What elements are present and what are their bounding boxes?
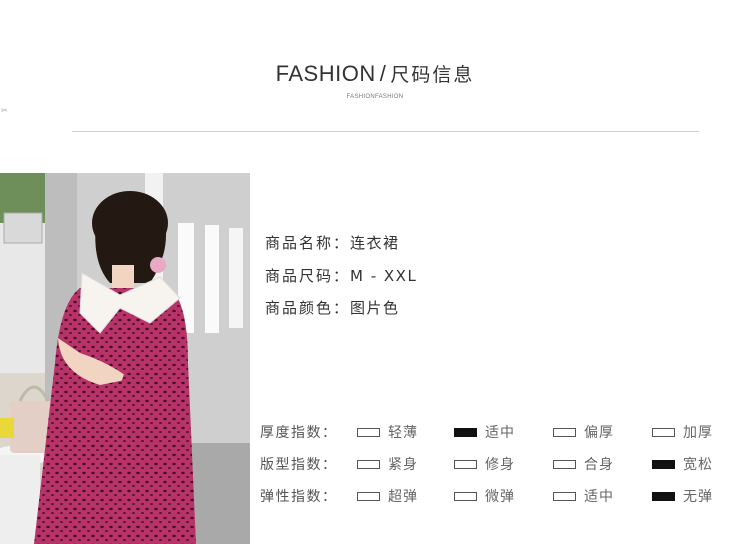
option-indicator	[357, 460, 380, 469]
header-divider	[72, 131, 699, 132]
scissors-icon: ✂	[1, 106, 8, 115]
option-indicator	[553, 460, 576, 469]
product-name-value: 连衣裙	[350, 234, 400, 252]
title-en: FASHION	[275, 61, 376, 86]
option-indicator	[553, 492, 576, 501]
option-indicator	[652, 428, 675, 437]
option-indicator	[553, 428, 576, 437]
index-label: 版型指数：	[260, 457, 338, 473]
option-indicator	[652, 460, 675, 469]
product-size-value: M - XXL	[350, 266, 418, 285]
index-label: 厚度指数：	[260, 425, 338, 441]
option-indicator	[357, 428, 380, 437]
product-color-value: 图片色	[350, 299, 400, 317]
title-separator: /	[379, 61, 387, 86]
product-size-row: 商品尺码：M - XXL	[265, 265, 417, 298]
page-subtitle: FASHIONFASHION	[346, 94, 404, 100]
index-label: 弹性指数：	[260, 489, 338, 505]
option-indicator	[652, 492, 675, 501]
product-size-label: 商品尺码：	[265, 266, 351, 285]
product-name-label: 商品名称：	[265, 234, 351, 252]
option-indicator	[454, 428, 477, 437]
option-indicator	[357, 492, 380, 501]
product-name-row: 商品名称：连衣裙	[265, 232, 417, 265]
product-photo	[0, 173, 250, 544]
product-color-label: 商品颜色：	[265, 299, 351, 317]
option-indicator	[454, 460, 477, 469]
model-photo-illustration	[0, 173, 250, 544]
product-color-row: 商品颜色：图片色	[265, 297, 417, 330]
page-title: FASHION / 尺码信息	[0, 60, 750, 87]
option-indicator	[454, 492, 477, 501]
product-info: 商品名称：连衣裙 商品尺码：M - XXL 商品颜色：图片色	[265, 232, 417, 330]
title-cn: 尺码信息	[390, 64, 475, 86]
